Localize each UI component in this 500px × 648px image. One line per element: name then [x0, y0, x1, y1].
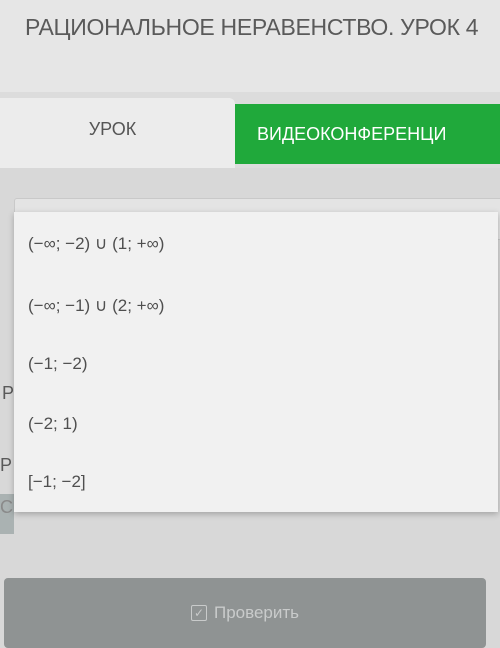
tab-videoconference[interactable]: ВИДЕОКОНФЕРЕНЦИ — [235, 104, 500, 164]
check-button[interactable]: ✓ Проверить — [4, 578, 486, 648]
dropdown-option[interactable]: (−1; −2) — [28, 354, 88, 374]
dropdown-option[interactable]: (−∞; −1) ∪ (2; +∞) — [28, 296, 164, 316]
check-button-label: Проверить — [213, 603, 300, 622]
background-text-fragment: Р — [2, 383, 15, 403]
page-header: РАЦИОНАЛЬНОЕ НЕРАВЕНСТВО. УРОК 4 — [0, 0, 500, 92]
dropdown-option[interactable]: (−2; 1) — [28, 414, 78, 434]
page-title: РАЦИОНАЛЬНОЕ НЕРАВЕНСТВО. УРОК 4 — [25, 14, 479, 40]
checkbox-icon: ✓ — [190, 605, 207, 621]
dropdown-option[interactable]: [−1; −2] — [28, 472, 86, 492]
background-text-fragment: С — [0, 497, 13, 517]
answer-dropdown-list: (−∞; −2) ∪ (1; +∞) (−∞; −1) ∪ (2; +∞) (−… — [14, 212, 498, 512]
background-text-fragment: Р — [0, 455, 13, 475]
tab-bar: УРОК ВИДЕОКОНФЕРЕНЦИ — [0, 98, 500, 168]
tab-lesson[interactable]: УРОК — [0, 98, 235, 168]
dropdown-option[interactable]: (−∞; −2) ∪ (1; +∞) — [28, 234, 164, 254]
